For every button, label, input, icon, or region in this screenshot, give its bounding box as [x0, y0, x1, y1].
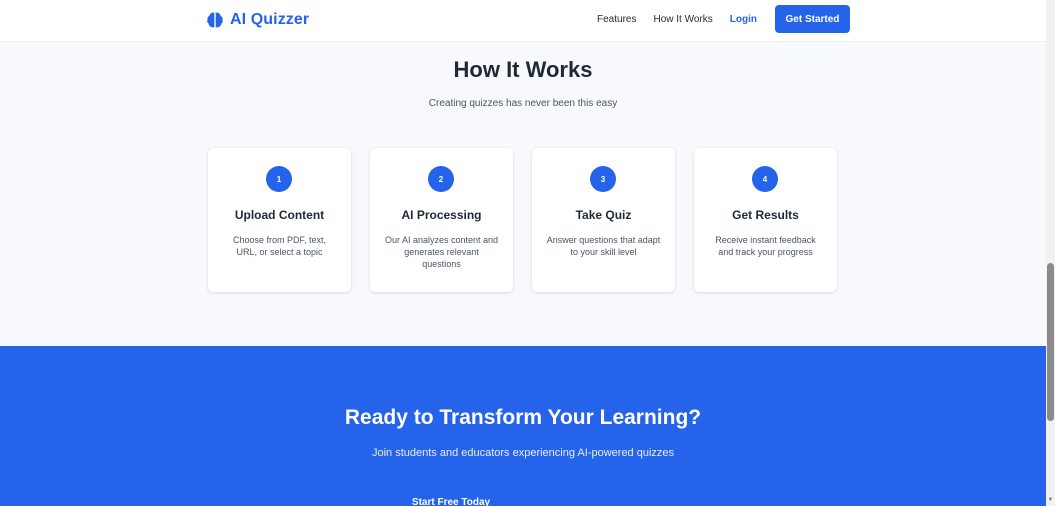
step-card-processing: 2 AI Processing Our AI analyzes content …	[370, 148, 513, 292]
step-title: AI Processing	[401, 208, 482, 222]
step-card-upload: 1 Upload Content Choose from PDF, text, …	[208, 148, 351, 292]
step-title: Take Quiz	[575, 208, 632, 222]
step-description: Receive instant feedback and track your …	[715, 235, 816, 257]
step-card-quiz: 3 Take Quiz Answer questions that adapt …	[532, 148, 675, 292]
step-title: Get Results	[732, 208, 799, 222]
step-description: Answer questions that adapt to your skil…	[546, 235, 661, 257]
section-title: How It Works	[453, 57, 593, 82]
step-title: Upload Content	[234, 208, 325, 222]
page-scrollbar[interactable]: ▼	[1046, 0, 1055, 506]
step-number: 1	[266, 166, 292, 192]
section-subtitle: Creating quizzes has never been this eas…	[428, 98, 618, 109]
step-description: Choose from PDF, text, URL, or select a …	[232, 235, 327, 257]
scrollbar-thumb[interactable]	[1047, 263, 1054, 421]
cta-title: Ready to Transform Your Learning?	[344, 406, 702, 429]
step-number: 4	[752, 166, 778, 192]
step-card-results: 4 Get Results Receive instant feedback a…	[694, 148, 837, 292]
cta-subtitle: Join students and educators experiencing…	[371, 447, 675, 459]
step-number: 3	[590, 166, 616, 192]
nav-links: Features How It Works Login Get Started	[597, 0, 850, 38]
scroll-down-arrow-icon[interactable]: ▼	[1047, 496, 1054, 504]
brand-logo[interactable]: AI Quizzer	[206, 9, 309, 31]
page: AI Quizzer Features How It Works Login G…	[0, 0, 1046, 506]
step-number: 2	[428, 166, 454, 192]
cta-section: Ready to Transform Your Learning? Join s…	[0, 346, 1046, 506]
nav-link-login[interactable]: Login	[730, 14, 757, 25]
start-free-button[interactable]: Start Free Today	[395, 492, 507, 506]
step-description: Our AI analyzes content and generates re…	[384, 235, 499, 269]
how-it-works-section: How It Works Creating quizzes has never …	[0, 42, 1046, 346]
navbar: AI Quizzer Features How It Works Login G…	[0, 0, 1046, 42]
nav-link-features[interactable]: Features	[597, 14, 636, 25]
brain-icon	[206, 11, 224, 29]
get-started-button[interactable]: Get Started	[774, 5, 850, 33]
nav-link-how-it-works[interactable]: How It Works	[653, 14, 712, 25]
brand-name: AI Quizzer	[230, 11, 310, 28]
